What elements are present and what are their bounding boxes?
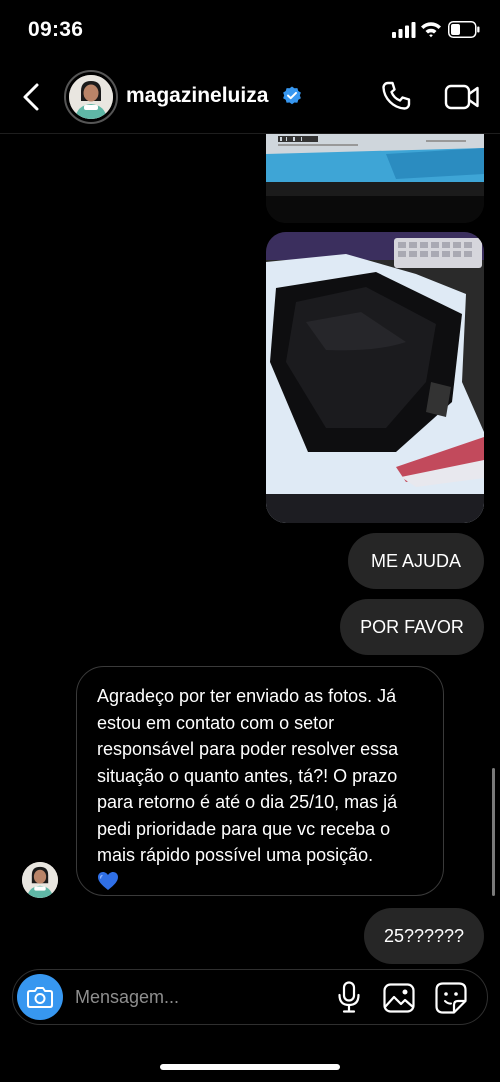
camera-button[interactable] [17,974,63,1020]
message-text: POR FAVOR [360,616,464,637]
sent-photo-open-package[interactable] [266,232,484,523]
scroll-indicator[interactable] [492,768,495,896]
message-input[interactable] [75,985,315,1009]
home-indicator[interactable] [160,1064,340,1070]
camera-icon [27,987,53,1008]
microphone-icon[interactable] [337,981,361,1013]
status-bar: 09:36 [0,0,500,60]
gallery-icon[interactable] [383,983,415,1013]
sent-photo-package-label[interactable] [266,134,484,223]
avatar-image [69,75,113,119]
blue-heart-icon [98,871,118,890]
status-time: 09:36 [28,18,84,41]
verified-badge-icon [283,86,301,105]
battery-icon [448,21,480,38]
chat-username[interactable]: magazineluiza [126,84,268,108]
incoming-message[interactable]: Agradeço por ter enviado as fotos. Já es… [76,666,444,896]
outgoing-message[interactable]: ME AJUDA [348,533,484,589]
back-chevron-icon[interactable] [20,82,44,112]
video-camera-icon[interactable] [444,82,480,112]
profile-avatar[interactable] [64,70,118,124]
outgoing-message[interactable]: POR FAVOR [340,599,484,655]
chat-header: magazineluiza [0,62,500,134]
phone-icon[interactable] [380,80,412,112]
wifi-icon [421,22,441,38]
message-text: 25?????? [383,925,465,946]
outgoing-message[interactable]: 25?????? [364,908,484,964]
message-composer [12,969,488,1025]
sender-avatar[interactable] [22,862,58,898]
message-text: ME AJUDA [370,550,462,571]
message-text: Agradeço por ter enviado as fotos. Já es… [97,686,399,865]
sticker-icon[interactable] [435,982,467,1014]
signal-icon [392,22,416,38]
